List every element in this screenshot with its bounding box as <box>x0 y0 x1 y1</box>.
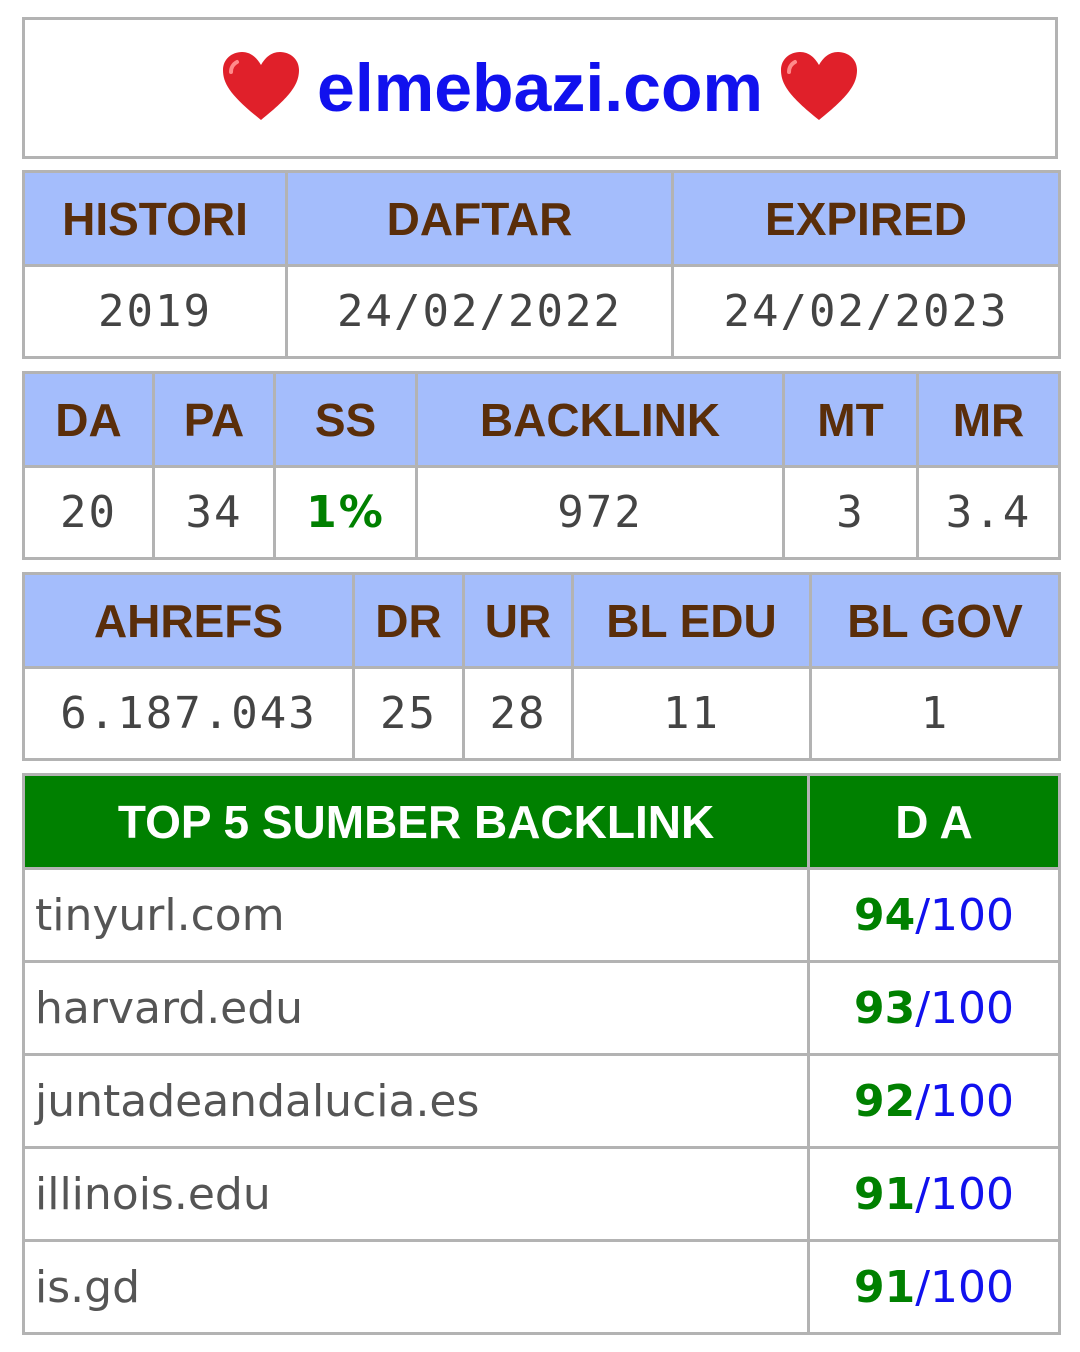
da-max: /100 <box>915 1261 1015 1313</box>
backlink-da: 91/100 <box>807 1146 1061 1242</box>
table-row: illinois.edu 91/100 <box>22 1146 1061 1242</box>
table-row: is.gd 91/100 <box>22 1239 1061 1335</box>
da-max: /100 <box>915 982 1015 1034</box>
header-backlink: BACKLINK <box>415 371 785 468</box>
header-bl-edu: BL EDU <box>571 572 812 669</box>
da-score: 91 <box>853 1261 916 1313</box>
backlink-da: 93/100 <box>807 960 1061 1056</box>
value-mr: 3.4 <box>916 465 1061 560</box>
backlink-source: illinois.edu <box>22 1146 810 1242</box>
value-bl-edu: 11 <box>571 666 812 761</box>
da-max: /100 <box>915 1168 1015 1220</box>
heart-icon <box>779 50 859 126</box>
value-mt: 3 <box>782 465 919 560</box>
table-row: harvard.edu 93/100 <box>22 960 1061 1056</box>
backlink-source: tinyurl.com <box>22 867 810 963</box>
value-histori: 2019 <box>22 264 288 359</box>
da-max: /100 <box>915 889 1015 941</box>
value-ss: 1% <box>273 465 418 560</box>
value-ur: 28 <box>462 666 574 761</box>
header-ahrefs: AHREFS <box>22 572 355 669</box>
table-row: juntadeandalucia.es 92/100 <box>22 1053 1061 1149</box>
backlink-da: 94/100 <box>807 867 1061 963</box>
header-expired: EXPIRED <box>671 170 1061 267</box>
header-top-da: D A <box>807 773 1061 870</box>
value-dr: 25 <box>352 666 465 761</box>
header-pa: PA <box>152 371 276 468</box>
header-ur: UR <box>462 572 574 669</box>
header-histori: HISTORI <box>22 170 288 267</box>
domain-dates-table: HISTORI DAFTAR EXPIRED 2019 24/02/2022 2… <box>22 170 1061 359</box>
header-daftar: DAFTAR <box>285 170 674 267</box>
value-bl-gov: 1 <box>809 666 1061 761</box>
da-score: 92 <box>853 1075 916 1127</box>
backlink-da: 91/100 <box>807 1239 1061 1335</box>
value-da: 20 <box>22 465 155 560</box>
header-top-sources: TOP 5 SUMBER BACKLINK <box>22 773 810 870</box>
header-mr: MR <box>916 371 1061 468</box>
value-daftar: 24/02/2022 <box>285 264 674 359</box>
site-title[interactable]: elmebazi.com <box>317 50 763 126</box>
title-cell: elmebazi.com <box>22 17 1058 159</box>
spam-score: 1% <box>306 487 385 538</box>
heart-icon <box>221 50 301 126</box>
da-score: 94 <box>853 889 916 941</box>
value-pa: 34 <box>152 465 276 560</box>
top-backlink-sources-table: TOP 5 SUMBER BACKLINK D A tinyurl.com 94… <box>22 773 1061 1335</box>
value-backlink: 972 <box>415 465 785 560</box>
title-box: elmebazi.com <box>22 17 1058 159</box>
da-score: 93 <box>853 982 916 1034</box>
backlink-source: harvard.edu <box>22 960 810 1056</box>
backlink-source: juntadeandalucia.es <box>22 1053 810 1149</box>
value-expired: 24/02/2023 <box>671 264 1061 359</box>
header-bl-gov: BL GOV <box>809 572 1061 669</box>
backlink-source: is.gd <box>22 1239 810 1335</box>
ahrefs-table: AHREFS DR UR BL EDU BL GOV 6.187.043 25 … <box>22 572 1061 761</box>
table-row: tinyurl.com 94/100 <box>22 867 1061 963</box>
header-da: DA <box>22 371 155 468</box>
value-ahrefs: 6.187.043 <box>22 666 355 761</box>
da-score: 91 <box>853 1168 916 1220</box>
backlink-da: 92/100 <box>807 1053 1061 1149</box>
header-ss: SS <box>273 371 418 468</box>
header-dr: DR <box>352 572 465 669</box>
seo-metrics-table: DA PA SS BACKLINK MT MR 20 34 1% 972 3 3… <box>22 371 1061 560</box>
header-mt: MT <box>782 371 919 468</box>
da-max: /100 <box>915 1075 1015 1127</box>
